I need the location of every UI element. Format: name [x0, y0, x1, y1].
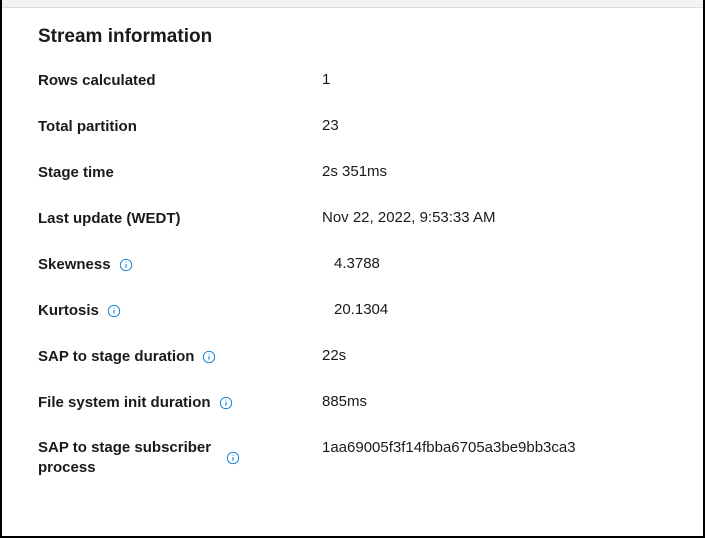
label-col: Stage time — [38, 162, 278, 184]
page-title: Stream information — [38, 26, 667, 48]
info-icon[interactable] — [219, 396, 233, 410]
value-col: 23 — [278, 116, 667, 136]
label-col: Kurtosis — [38, 300, 278, 322]
info-row: File system init duration 885ms — [38, 392, 667, 414]
row-value: 2s 351ms — [322, 163, 387, 180]
label-col: File system init duration — [38, 392, 278, 414]
info-row: SAP to stage duration 22s — [38, 346, 667, 368]
row-label: Kurtosis — [38, 301, 99, 321]
info-row: Rows calculated 1 — [38, 70, 667, 92]
value-col: 20.1304 — [278, 300, 667, 320]
row-value: Nov 22, 2022, 9:53:33 AM — [322, 209, 495, 226]
info-row: SAP to stage subscriber process 1aa69005f… — [38, 438, 667, 479]
info-row: Kurtosis 20.1304 — [38, 300, 667, 322]
label-col: SAP to stage duration — [38, 346, 278, 368]
info-row: Stage time 2s 351ms — [38, 162, 667, 184]
info-row: Total partition 23 — [38, 116, 667, 138]
label-col: Last update (WEDT) — [38, 208, 278, 230]
row-label: SAP to stage subscriber process — [38, 438, 218, 479]
content: Stream information Rows calculated 1 Total… — [2, 8, 703, 523]
label-col: Rows calculated — [38, 70, 278, 92]
info-icon[interactable] — [107, 304, 121, 318]
info-row: Skewness 4.3788 — [38, 254, 667, 276]
row-value: 4.3788 — [322, 255, 380, 272]
row-label: Last update (WEDT) — [38, 209, 181, 229]
label-col: Skewness — [38, 254, 278, 276]
stream-info-panel: Stream information Rows calculated 1 Total… — [0, 0, 705, 538]
value-col: 885ms — [278, 392, 667, 412]
value-col: 4.3788 — [278, 254, 667, 274]
row-label: SAP to stage duration — [38, 347, 194, 367]
value-col: 2s 351ms — [278, 162, 667, 182]
value-col: 22s — [278, 346, 667, 366]
info-row: Last update (WEDT) Nov 22, 2022, 9:53:33 … — [38, 208, 667, 230]
info-icon[interactable] — [226, 451, 240, 465]
info-icon[interactable] — [119, 258, 133, 272]
value-col: 1 — [278, 70, 667, 90]
row-value: 20.1304 — [322, 301, 388, 318]
row-value: 1aa69005f3f14fbba6705a3be9bb3ca3 — [322, 439, 576, 456]
row-label: Rows calculated — [38, 71, 156, 91]
label-col: Total partition — [38, 116, 278, 138]
rows-container: Rows calculated 1 Total partition 23 Stage t… — [38, 70, 667, 479]
row-value: 885ms — [322, 393, 367, 410]
value-col: Nov 22, 2022, 9:53:33 AM — [278, 208, 667, 228]
row-value: 23 — [322, 117, 339, 134]
row-value: 1 — [322, 71, 330, 88]
label-col: SAP to stage subscriber process — [38, 438, 278, 479]
row-label: File system init duration — [38, 393, 211, 413]
row-label: Total partition — [38, 117, 137, 137]
row-value: 22s — [322, 347, 346, 364]
row-label: Skewness — [38, 255, 111, 275]
row-label: Stage time — [38, 163, 114, 183]
info-icon[interactable] — [202, 350, 216, 364]
top-divider — [2, 0, 703, 8]
value-col: 1aa69005f3f14fbba6705a3be9bb3ca3 — [278, 438, 667, 458]
